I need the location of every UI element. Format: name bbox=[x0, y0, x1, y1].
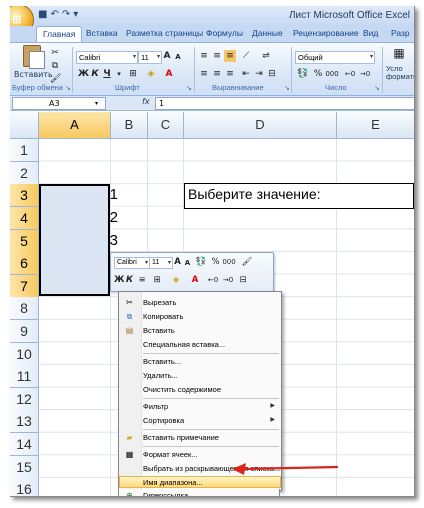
excel-window: ⊞ ■↶↷▾ Лист Microsoft Office Excel Главн… bbox=[10, 6, 415, 497]
arrow-shaft bbox=[241, 465, 339, 471]
arrow-head-icon bbox=[232, 463, 246, 475]
red-arrow-annotation bbox=[232, 463, 339, 475]
